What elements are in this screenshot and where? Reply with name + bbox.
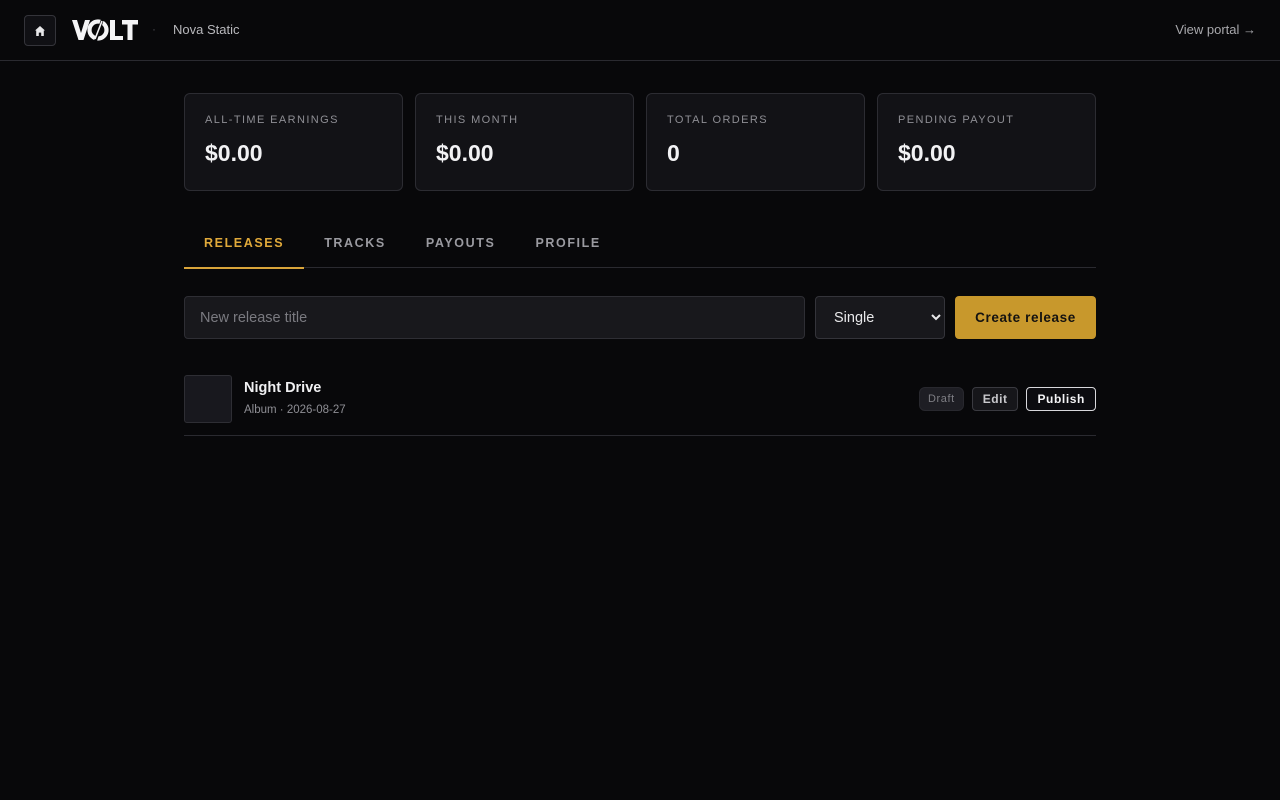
home-button[interactable] (24, 15, 56, 46)
volt-logo[interactable] (72, 16, 138, 44)
stat-value: $0.00 (436, 140, 494, 166)
release-type-select[interactable]: Single (815, 296, 945, 339)
stat-label: ALL-TIME EARNINGS (205, 114, 339, 126)
stat-card-all-time-earnings: ALL-TIME EARNINGS $0.00 (184, 93, 403, 191)
release-cover[interactable] (184, 375, 232, 423)
stat-label: TOTAL ORDERS (667, 114, 768, 126)
stat-card-pending-payout: PENDING PAYOUT $0.00 (877, 93, 1096, 191)
status-badge: Draft (918, 387, 964, 411)
publish-button[interactable]: Publish (1026, 387, 1096, 411)
release-row: Night Drive Album · 2026-08-27 Draft Edi… (184, 363, 1096, 436)
top-bar: · Nova Static View portal → (0, 0, 1280, 61)
tab-payouts[interactable]: PAYOUTS (406, 220, 516, 268)
home-icon (35, 25, 45, 36)
stat-value: $0.00 (205, 140, 263, 166)
tab-profile[interactable]: PROFILE (515, 220, 620, 268)
tab-releases[interactable]: RELEASES (184, 220, 305, 269)
release-meta: Album · 2026-08-27 (244, 404, 346, 416)
stats-row: ALL-TIME EARNINGS $0.00 THIS MONTH $0.00… (184, 93, 1096, 191)
artist-name: Nova Static (173, 22, 240, 37)
logo-wordmark (72, 19, 138, 41)
stat-card-this-month: THIS MONTH $0.00 (415, 93, 634, 191)
release-title: Night Drive (244, 380, 322, 396)
stat-label: PENDING PAYOUT (898, 114, 1015, 126)
stat-value: $0.00 (898, 140, 956, 166)
stat-value: 0 (667, 140, 680, 166)
release-title-input[interactable] (184, 296, 805, 339)
tab-tracks[interactable]: TRACKS (304, 220, 406, 268)
tab-bar: RELEASES TRACKS PAYOUTS PROFILE (184, 220, 1096, 269)
stat-card-total-orders: TOTAL ORDERS 0 (646, 93, 865, 191)
create-release-form: Single Create release (184, 296, 1096, 339)
view-portal-link[interactable]: View portal → (1175, 22, 1256, 37)
create-release-button[interactable]: Create release (955, 296, 1096, 339)
edit-button[interactable]: Edit (971, 387, 1019, 411)
release-actions: Draft Edit Publish (918, 387, 1096, 411)
header-separator: · (152, 22, 156, 36)
stat-label: THIS MONTH (436, 114, 519, 126)
